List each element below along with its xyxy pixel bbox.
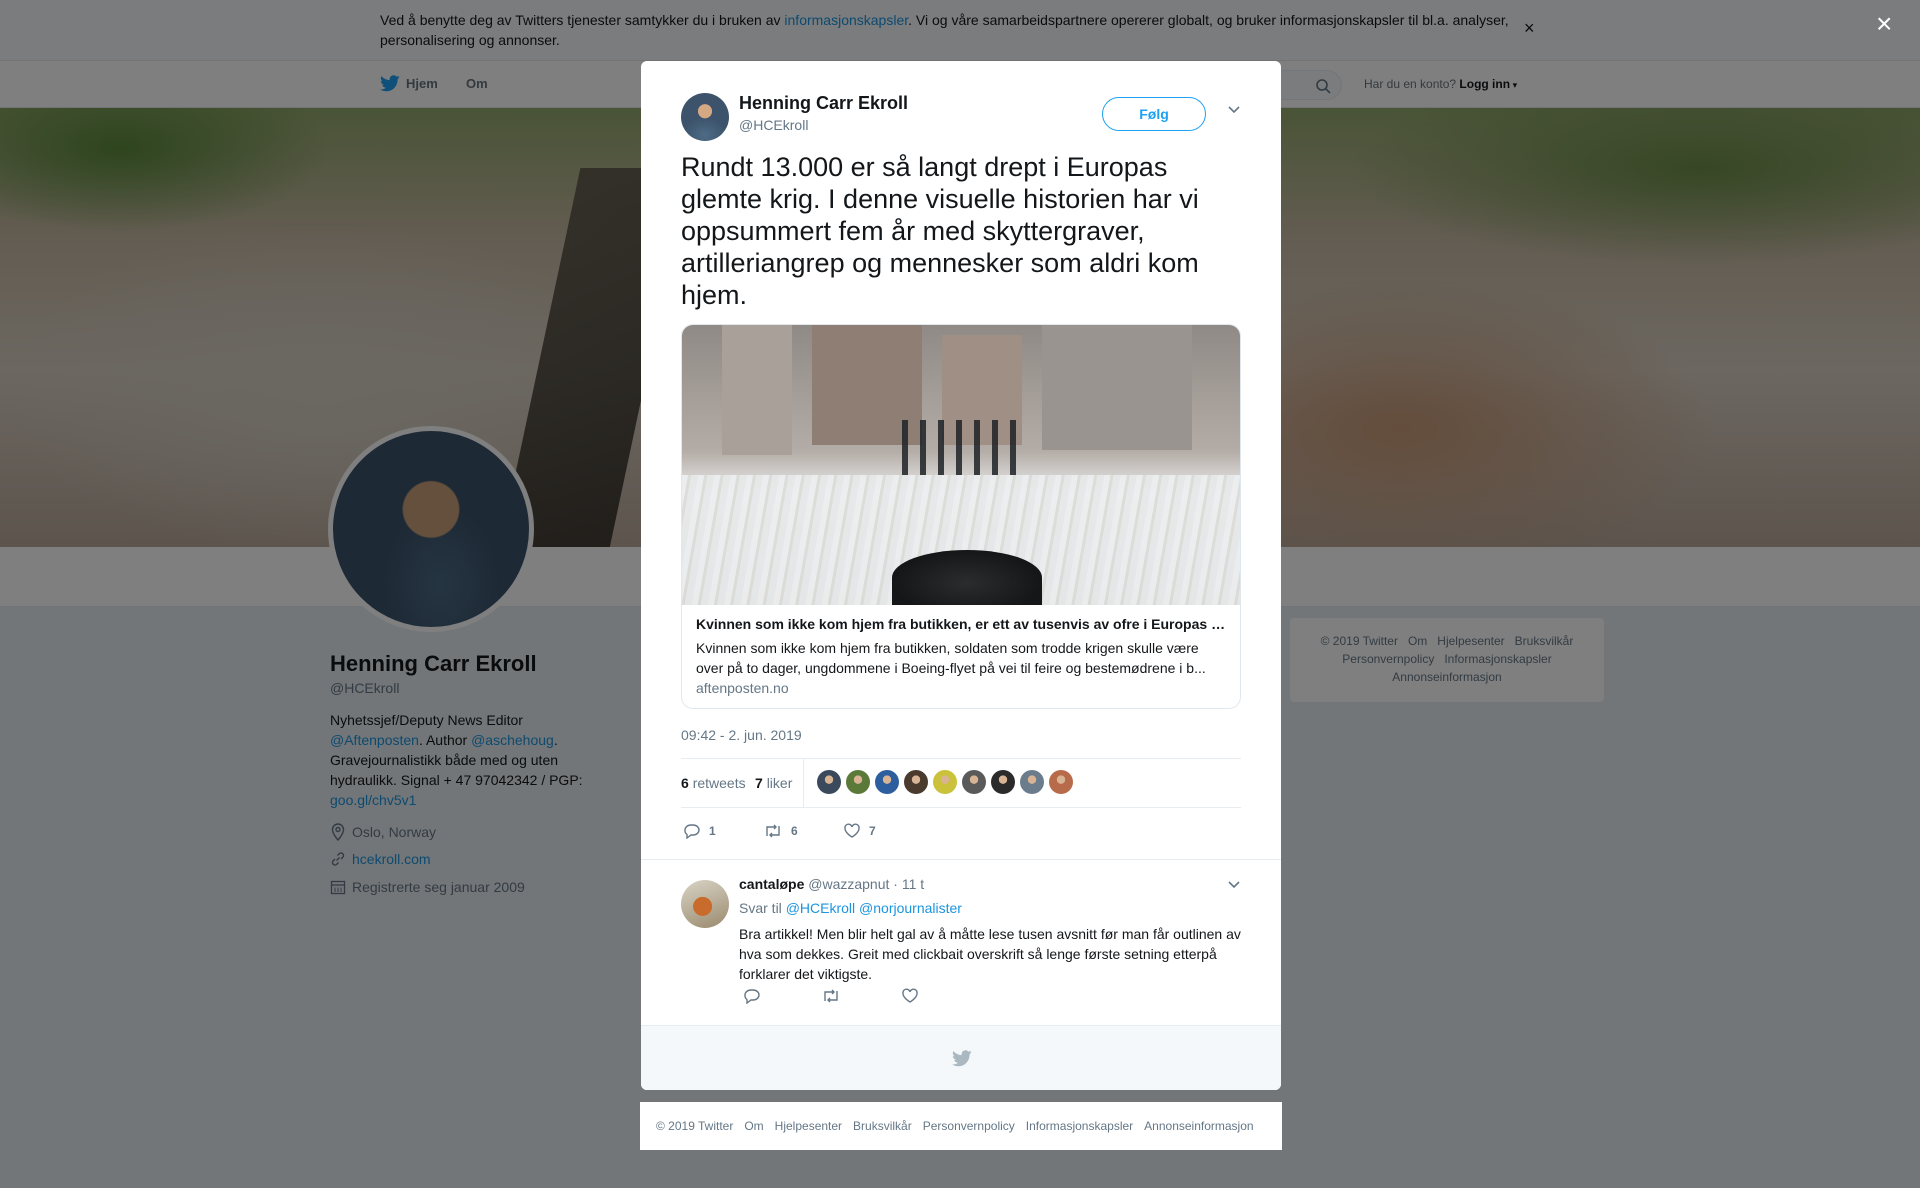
retweet-icon <box>766 824 780 838</box>
retweets-stat[interactable]: 6 retweets <box>681 775 746 791</box>
retweet-action[interactable]: 6 <box>763 823 798 839</box>
like-count: 7 <box>869 824 876 838</box>
liker-avatar[interactable] <box>1049 770 1073 794</box>
like-action[interactable]: 7 <box>843 823 876 839</box>
retweets-count: 6 <box>681 775 689 791</box>
follow-button[interactable]: Følg <box>1102 97 1206 131</box>
tweet-actions: 1 6 7 <box>681 817 1241 847</box>
reply-icon[interactable] <box>743 988 761 1004</box>
reply-tweet[interactable]: cantaløpe @wazzapnut · 11 t Svar til @HC… <box>641 859 1281 1025</box>
footer-link[interactable]: Personvernpolicy <box>923 1119 1015 1133</box>
reply-action[interactable]: 1 <box>683 823 716 839</box>
footer-link[interactable]: Hjelpesenter <box>775 1119 842 1133</box>
reply-text: Bra artikkel! Men blir helt gal av å måt… <box>739 926 1241 982</box>
building-shape <box>1042 325 1192 450</box>
author-name[interactable]: Henning Carr Ekroll <box>739 93 908 114</box>
stats-divider <box>803 759 804 807</box>
liker-avatar[interactable] <box>875 770 899 794</box>
tweet-modal: Henning Carr Ekroll @HCEkroll Følg Rundt… <box>641 61 1281 1090</box>
chevron-down-icon[interactable] <box>1227 105 1241 115</box>
footer-link[interactable]: Annonseinformasjon <box>1144 1119 1253 1133</box>
card-domain: aftenposten.no <box>696 680 789 696</box>
tweet-text: Rundt 13.000 er så langt drept i Europas… <box>681 152 1199 310</box>
link-card[interactable]: Kvinnen som ikke kom hjem fra butikken, … <box>681 324 1241 709</box>
likes-stat[interactable]: 7 liker <box>755 775 792 791</box>
likes-count: 7 <box>755 775 763 791</box>
tweet-stats: 6 retweets 7 liker <box>681 758 1241 808</box>
retweet-icon[interactable] <box>821 988 841 1004</box>
reply-mention[interactable]: @norjournalister <box>859 900 962 916</box>
modal-close-button[interactable]: × <box>1876 10 1892 38</box>
liker-avatar[interactable] <box>991 770 1015 794</box>
replying-to: Svar til @HCEkroll @norjournalister <box>739 900 962 916</box>
reply-author-handle[interactable]: @wazzapnut <box>808 876 889 892</box>
tweet-timestamp[interactable]: 09:42 - 2. jun. 2019 <box>681 727 802 743</box>
card-title: Kvinnen som ikke kom hjem fra butikken, … <box>696 616 1228 632</box>
footer-link[interactable]: Informasjonskapsler <box>1026 1119 1133 1133</box>
retweets-label: retweets <box>692 775 746 791</box>
building-shape <box>722 325 792 455</box>
footer-link[interactable]: Om <box>744 1119 763 1133</box>
reply-time[interactable]: · 11 t <box>893 876 924 892</box>
bottom-footer: © 2019 Twitter Om Hjelpesenter Bruksvilk… <box>640 1102 1282 1150</box>
liker-avatar[interactable] <box>817 770 841 794</box>
reply-icon <box>684 824 700 839</box>
footer-link[interactable]: © 2019 Twitter <box>656 1119 733 1133</box>
liker-avatar[interactable] <box>846 770 870 794</box>
reply-avatar[interactable] <box>681 880 729 928</box>
chevron-down-icon[interactable] <box>1227 880 1241 890</box>
retweet-count: 6 <box>791 824 798 838</box>
dark-figure-shape <box>892 550 1042 605</box>
reply-author-name[interactable]: cantaløpe <box>739 876 804 892</box>
reply-count: 1 <box>709 824 716 838</box>
card-image <box>682 325 1240 605</box>
liker-avatars <box>817 770 1073 794</box>
twitter-bird-icon <box>952 1050 972 1067</box>
reply-mention[interactable]: @HCEkroll <box>786 900 855 916</box>
liker-avatar[interactable] <box>904 770 928 794</box>
modal-footer <box>641 1025 1281 1090</box>
author-handle[interactable]: @HCEkroll <box>739 117 808 133</box>
people-silhouettes <box>902 420 1022 475</box>
card-description: Kvinnen som ikke kom hjem fra butikken, … <box>696 640 1206 676</box>
liker-avatar[interactable] <box>933 770 957 794</box>
reply-actions <box>739 988 1039 1008</box>
reply-header: cantaløpe @wazzapnut · 11 t <box>739 876 924 892</box>
heart-icon <box>844 823 860 838</box>
replying-to-label: Svar til <box>739 900 782 916</box>
likes-label: liker <box>766 775 793 791</box>
liker-avatar[interactable] <box>962 770 986 794</box>
heart-icon[interactable] <box>901 988 919 1004</box>
footer-link[interactable]: Bruksvilkår <box>853 1119 912 1133</box>
author-avatar[interactable] <box>681 93 729 141</box>
liker-avatar[interactable] <box>1020 770 1044 794</box>
